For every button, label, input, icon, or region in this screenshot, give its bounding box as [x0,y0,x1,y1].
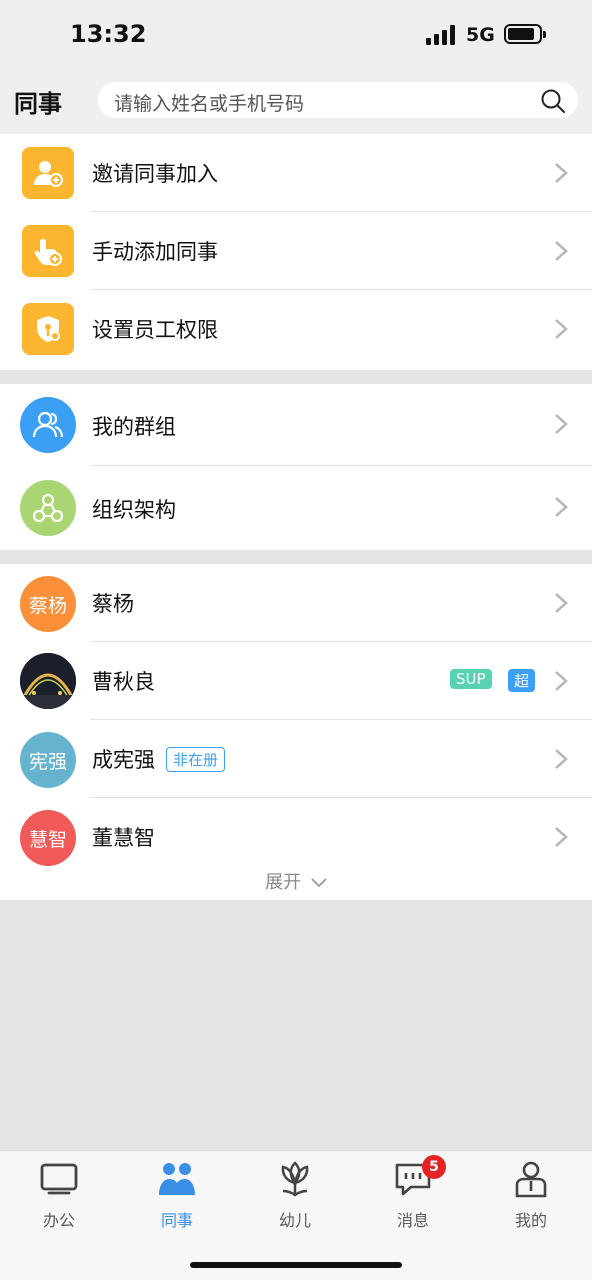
unread-badge: 5 [422,1155,446,1179]
chevron-right-icon [555,749,568,769]
invite-user-icon [22,147,74,199]
header: 同事 请输入姓名或手机号码 [0,66,592,134]
super-tag: 超 [508,669,536,692]
tab-colleagues[interactable]: 同事 [118,1159,236,1239]
org-chart-row[interactable]: 组织架构 [0,466,592,550]
colleague-name: 蔡杨 [92,592,134,616]
group-label: 我的群组 [92,415,176,439]
tab-profile[interactable]: 我的 [472,1159,590,1239]
action-label: 手动添加同事 [92,240,218,264]
tab-office[interactable]: 办公 [0,1159,118,1239]
network-type: 5G [466,24,495,46]
profile-icon [515,1161,547,1198]
home-indicator [190,1262,402,1268]
add-colleague-row[interactable]: 手动添加同事 [0,212,592,290]
colleague-name: 曹秋良 [92,670,155,694]
add-manual-icon [22,225,74,277]
status-time: 13:32 [70,20,147,48]
action-label: 邀请同事加入 [92,162,218,186]
monitor-icon [40,1163,78,1195]
colleagues-icon [159,1163,195,1195]
chevron-right-icon [555,593,568,613]
invite-colleague-row[interactable]: 邀请同事加入 [0,134,592,212]
page-title: 同事 [14,90,62,118]
chevron-right-icon [555,414,568,434]
chevron-right-icon [555,827,568,847]
my-groups-row[interactable]: 我的群组 [0,384,592,466]
permission-row[interactable]: 设置员工权限 [0,290,592,368]
signal-icon [426,25,458,45]
tab-label: 幼儿 [278,1211,311,1230]
tab-label: 同事 [160,1211,193,1230]
avatar: 慧智 [20,810,76,866]
action-label: 设置员工权限 [92,318,218,342]
permission-icon [22,303,74,355]
status-badge: 非在册 [166,747,226,772]
status-bar: 13:32 5G [0,0,592,66]
chevron-down-icon [311,878,327,888]
chevron-right-icon [555,163,568,183]
colleague-row[interactable]: 蔡杨 蔡杨 [0,564,592,642]
groups-section: 我的群组 组织架构 [0,384,592,550]
chevron-right-icon [555,671,568,691]
search-input[interactable]: 请输入姓名或手机号码 [98,82,578,118]
colleague-row[interactable]: 宪强 成宪强 非在册 [0,720,592,798]
group-icon [20,397,76,453]
colleague-name: 成宪强 [92,748,155,772]
chevron-right-icon [555,319,568,339]
tab-label: 办公 [42,1211,75,1230]
tab-messages[interactable]: 5 消息 [354,1155,472,1239]
search-placeholder: 请输入姓名或手机号码 [114,93,305,115]
colleague-row[interactable]: 曹秋良 SUP 超 [0,642,592,720]
battery-icon [504,24,546,44]
tab-bar: 办公 同事 幼儿 5 消息 我的 [0,1150,592,1280]
actions-section: 邀请同事加入 手动添加同事 设置员工权限 [0,134,592,370]
expand-button[interactable]: 展开 [0,868,592,894]
avatar: 蔡杨 [20,576,76,632]
avatar-photo [20,653,76,709]
expand-label: 展开 [265,872,302,893]
chevron-right-icon [555,241,568,261]
chevron-right-icon [555,497,568,517]
org-chart-icon [20,480,76,536]
search-icon[interactable] [540,88,566,114]
colleague-list: 蔡杨 蔡杨 曹秋良 SUP 超 宪强 成宪强 非在册 慧智 董慧智 展开 [0,564,592,900]
tab-label: 消息 [396,1211,429,1230]
avatar: 宪强 [20,732,76,788]
colleague-name: 董慧智 [92,826,155,850]
flower-icon [281,1161,309,1197]
tab-children[interactable]: 幼儿 [236,1159,354,1239]
sup-tag: SUP [450,669,492,689]
colleague-row[interactable]: 慧智 董慧智 [0,798,592,876]
tab-label: 我的 [514,1211,547,1230]
group-label: 组织架构 [92,498,176,522]
